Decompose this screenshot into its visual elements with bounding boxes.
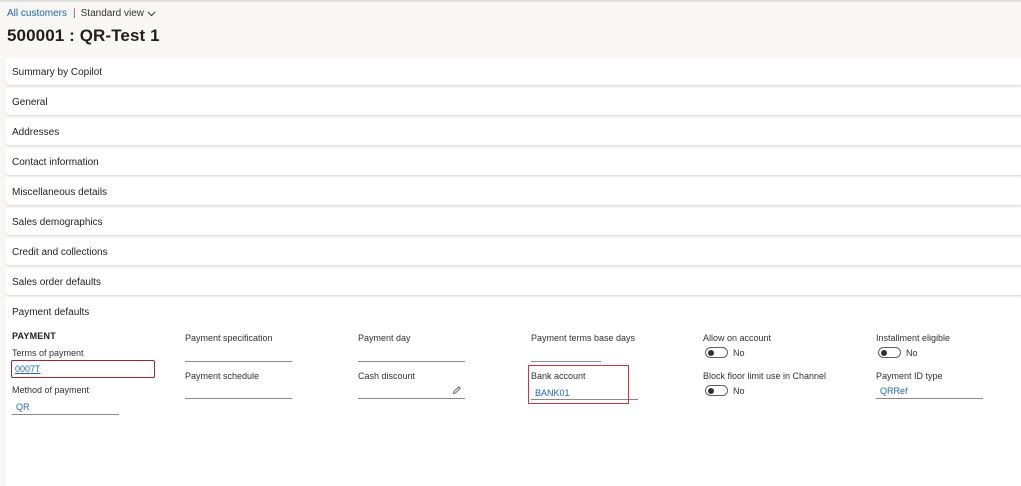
fasttab-credit-and-collections[interactable]: Credit and collections bbox=[5, 238, 1021, 265]
payment-day-input[interactable] bbox=[358, 361, 465, 362]
payment-id-type-input[interactable] bbox=[876, 398, 983, 399]
toggle-knob bbox=[708, 349, 714, 356]
fasttab-sales-order-defaults[interactable]: Sales order defaults bbox=[5, 268, 1021, 295]
terms-of-payment-value[interactable]: 0007T bbox=[15, 364, 41, 374]
allow-on-account-state: No bbox=[733, 348, 745, 358]
installment-eligible-toggle[interactable] bbox=[878, 347, 901, 358]
payment-terms-base-days-label: Payment terms base days bbox=[531, 333, 636, 343]
fasttab-payment-defaults-panel: Payment defaults PAYMENT Terms of paymen… bbox=[5, 298, 1021, 486]
block-floor-limit-state: No bbox=[733, 386, 745, 396]
allow-on-account-label: Allow on account bbox=[703, 333, 772, 343]
method-of-payment-label: Method of payment bbox=[12, 385, 90, 395]
allow-on-account-toggle[interactable] bbox=[705, 347, 728, 358]
view-selector-label: Standard view bbox=[80, 8, 144, 19]
toggle-knob bbox=[708, 387, 714, 394]
pencil-icon[interactable] bbox=[452, 385, 462, 395]
fasttab-general[interactable]: General bbox=[5, 88, 1021, 115]
payment-id-type-value[interactable]: QRRef bbox=[880, 386, 908, 396]
fasttab-addresses[interactable]: Addresses bbox=[5, 118, 1021, 145]
payment-schedule-input[interactable] bbox=[185, 398, 292, 399]
breadcrumb-all-customers-link[interactable]: All customers bbox=[7, 8, 67, 19]
cash-discount-label: Cash discount bbox=[358, 371, 416, 381]
payment-id-type-label: Payment ID type bbox=[876, 371, 943, 381]
terms-of-payment-input[interactable]: 0007T bbox=[11, 360, 155, 378]
payment-specification-input[interactable] bbox=[185, 361, 292, 362]
top-divider bbox=[0, 0, 1021, 2]
payment-group-heading: PAYMENT bbox=[12, 331, 56, 341]
installment-eligible-state: No bbox=[906, 348, 918, 358]
payment-schedule-label: Payment schedule bbox=[185, 371, 260, 381]
fasttab-contact-information[interactable]: Contact information bbox=[5, 148, 1021, 175]
method-of-payment-input[interactable] bbox=[12, 414, 119, 415]
fasttab-payment-defaults-header[interactable]: Payment defaults bbox=[12, 307, 89, 318]
method-of-payment-value[interactable]: QR bbox=[16, 402, 30, 412]
view-selector[interactable]: Standard view bbox=[81, 8, 156, 19]
payment-day-label: Payment day bbox=[358, 333, 411, 343]
chevron-down-icon bbox=[147, 10, 156, 16]
fasttab-miscellaneous-details[interactable]: Miscellaneous details bbox=[5, 178, 1021, 205]
cash-discount-input[interactable] bbox=[358, 398, 465, 399]
breadcrumb-separator: | bbox=[73, 8, 76, 19]
fasttab-sales-demographics[interactable]: Sales demographics bbox=[5, 208, 1021, 235]
block-floor-limit-label: Block floor limit use in Channel bbox=[703, 371, 827, 381]
block-floor-limit-toggle[interactable] bbox=[705, 385, 728, 396]
payment-specification-label: Payment specification bbox=[185, 333, 273, 343]
payment-terms-base-days-input[interactable] bbox=[531, 361, 601, 362]
toggle-knob bbox=[881, 349, 887, 356]
breadcrumb: All customers | Standard view bbox=[7, 8, 156, 19]
bank-account-highlight-box bbox=[528, 365, 629, 404]
installment-eligible-label: Installment eligible bbox=[876, 333, 951, 343]
terms-of-payment-label: Terms of payment bbox=[12, 348, 84, 358]
page-title: 500001 : QR-Test 1 bbox=[7, 26, 160, 45]
fasttab-summary-by-copilot[interactable]: Summary by Copilot bbox=[5, 58, 1021, 85]
